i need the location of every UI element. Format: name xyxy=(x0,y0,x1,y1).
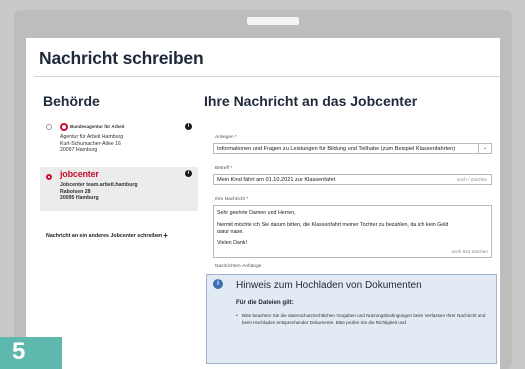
office-brand: Bundesagentur für Arbeit xyxy=(70,124,125,129)
office-line: 20097 Hamburg xyxy=(60,147,98,154)
office-line: 20095 Hamburg xyxy=(60,195,99,202)
plus-icon: + xyxy=(163,231,168,240)
browser-viewport: Nachricht schreiben Behörde Ihre Nachric… xyxy=(26,38,500,369)
message-line: Vielen Dank! xyxy=(217,240,247,246)
other-jobcenter-link[interactable]: Nachricht an ein anderes Jobcenter schre… xyxy=(46,231,168,240)
jobcenter-logo: jobcenter xyxy=(60,169,99,179)
radio-button-selected[interactable] xyxy=(46,174,52,180)
office-line: Raboisen 28 xyxy=(60,188,91,195)
notice-bullet: Bitte beachten Sie die datenschutzrechtl… xyxy=(236,313,488,326)
message-textarea[interactable]: Sehr geehrte Damen und Herren, hiermit m… xyxy=(213,205,492,258)
radio-button[interactable] xyxy=(46,124,52,130)
office-address: Jobcenter team.arbeit.hamburg Raboisen 2… xyxy=(60,182,138,202)
betreff-input[interactable]: Mein Kind fährt am 01.10.2021 zur Klasse… xyxy=(213,174,492,185)
info-icon[interactable]: i xyxy=(185,170,192,177)
title-divider xyxy=(34,76,500,77)
authority-heading: Behörde xyxy=(43,93,100,109)
info-icon: i xyxy=(213,279,223,289)
message-line: hiermit möchte ich Sie darum bitten, die… xyxy=(217,222,449,228)
notice-subtitle: Für die Dateien gilt: xyxy=(236,299,294,306)
monitor-camera xyxy=(247,17,299,25)
office-line: Kurt-Schumacher-Allee 16 xyxy=(60,140,121,147)
anliegen-value: Informationen und Fragen zu Leistungen f… xyxy=(217,146,456,152)
message-line: Sehr geehrte Damen und Herren, xyxy=(217,210,296,216)
other-jobcenter-link-label: Nachricht an ein anderes Jobcenter schre… xyxy=(46,233,163,239)
message-counter: noch 844 Zeichen xyxy=(451,249,488,254)
betreff-counter: noch / Zeichen xyxy=(456,177,487,182)
office-line: Agentur für Arbeit Hamburg xyxy=(60,134,124,140)
message-line: dafür habe. xyxy=(217,230,244,234)
chevron-down-icon[interactable]: ⌄ xyxy=(478,144,491,153)
office-line: Jobcenter team.arbeit.hamburg xyxy=(60,182,138,188)
attachments-label: Nachrichten-Anhänge xyxy=(215,264,262,269)
info-icon[interactable]: i xyxy=(185,123,192,130)
anliegen-label: Anliegen * xyxy=(215,135,237,140)
office-option-jobcenter[interactable]: jobcenter Jobcenter team.arbeit.hamburg … xyxy=(40,167,198,211)
step-badge: 5 xyxy=(0,337,62,369)
upload-notice: i Hinweis zum Hochladen von Dokumenten F… xyxy=(206,274,497,364)
bundesagentur-logo-icon xyxy=(60,123,68,131)
nachricht-label: Ihre Nachricht * xyxy=(215,197,249,202)
step-number: 5 xyxy=(12,338,26,365)
notice-title: Hinweis zum Hochladen von Dokumenten xyxy=(236,280,422,291)
office-option-agentur[interactable]: Bundesagentur für Arbeit Agentur für Arb… xyxy=(40,120,198,162)
office-address: Agentur für Arbeit Hamburg Kurt-Schumach… xyxy=(60,134,123,154)
message-heading: Ihre Nachricht an das Jobcenter xyxy=(204,93,418,109)
betreff-value: Mein Kind fährt am 01.10.2021 zur Klasse… xyxy=(217,177,336,183)
page-title: Nachricht schreiben xyxy=(39,48,204,68)
anliegen-select[interactable]: Informationen und Fragen zu Leistungen f… xyxy=(213,143,492,154)
betreff-label: Betreff * xyxy=(215,166,233,171)
